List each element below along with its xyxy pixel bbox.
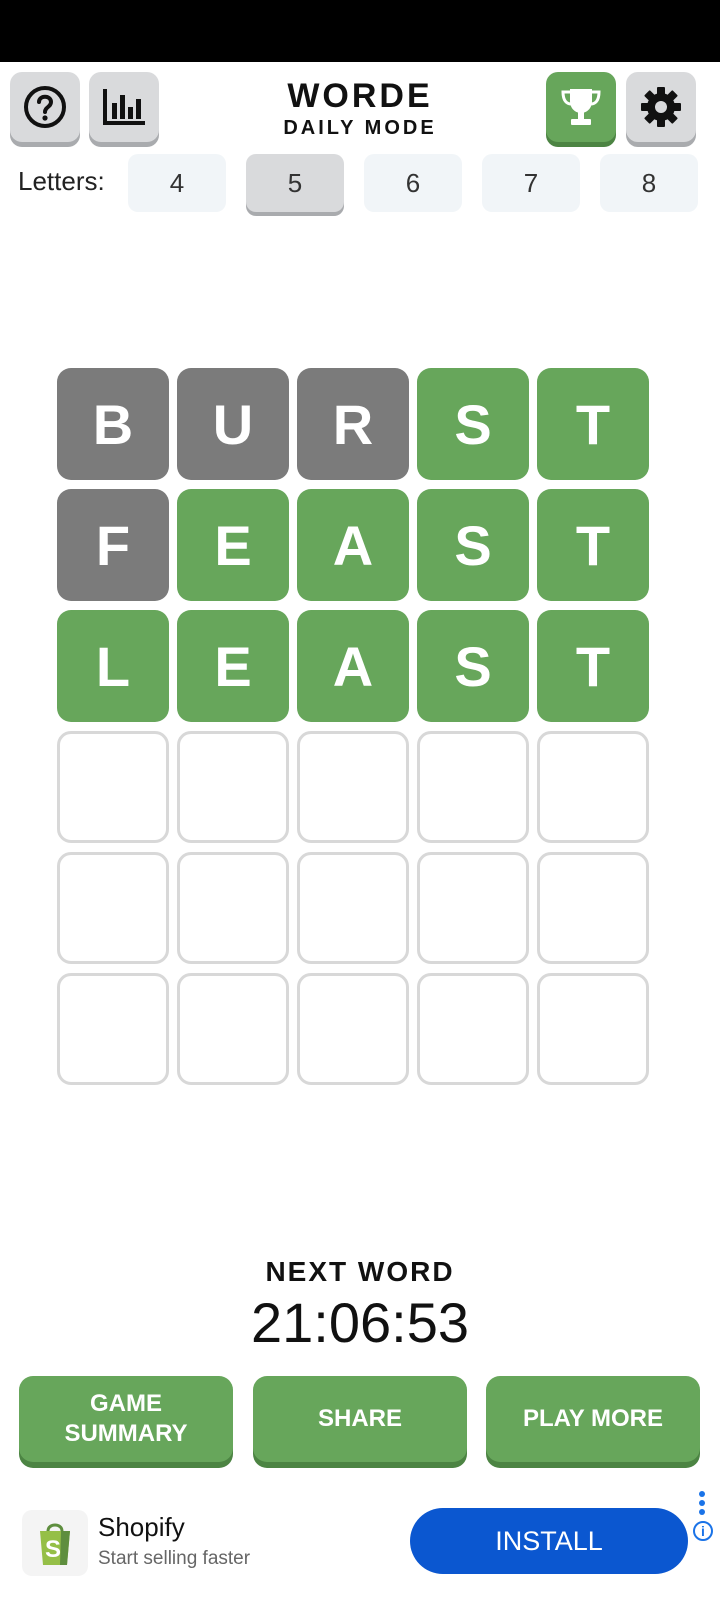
- help-icon: [24, 86, 66, 128]
- board-tile: E: [177, 489, 289, 601]
- trophy-icon: [561, 89, 601, 125]
- board-tile: [177, 852, 289, 964]
- mode-subtitle: DAILY MODE: [283, 117, 437, 139]
- letters-option-6[interactable]: 6: [364, 154, 462, 212]
- board-tile: A: [297, 489, 409, 601]
- board-tile: U: [177, 368, 289, 480]
- settings-button[interactable]: [626, 72, 696, 142]
- board-tile: R: [297, 368, 409, 480]
- board-tile: [57, 973, 169, 1085]
- board-tile: [57, 731, 169, 843]
- ad-options-icon[interactable]: [697, 1490, 707, 1516]
- board-tile: F: [57, 489, 169, 601]
- letters-option-8[interactable]: 8: [600, 154, 698, 212]
- letters-option-5[interactable]: 5: [246, 154, 344, 212]
- board-tile: [417, 973, 529, 1085]
- stats-button[interactable]: [89, 72, 159, 142]
- board-tile: [177, 973, 289, 1085]
- letters-option-7[interactable]: 7: [482, 154, 580, 212]
- help-button[interactable]: [10, 72, 80, 142]
- board-tile: [537, 731, 649, 843]
- bar-chart-icon: [103, 89, 145, 125]
- ad-tagline: Start selling faster: [98, 1548, 251, 1569]
- shopping-bag-icon: S: [40, 1523, 70, 1565]
- board-tile: T: [537, 489, 649, 601]
- board-tile: B: [57, 368, 169, 480]
- board-tile: [297, 852, 409, 964]
- game-summary-button[interactable]: GAME SUMMARY: [19, 1376, 233, 1462]
- board-tile: [297, 973, 409, 1085]
- share-button[interactable]: SHARE: [253, 1376, 467, 1462]
- status-bar: [0, 0, 720, 62]
- play-more-button[interactable]: PLAY MORE: [486, 1376, 700, 1462]
- board-tile: T: [537, 610, 649, 722]
- board-tile: S: [417, 368, 529, 480]
- app-title-block: WORDE DAILY MODE: [230, 76, 490, 140]
- next-word-timer: 21:06:53: [251, 1291, 469, 1354]
- board-tile: [417, 731, 529, 843]
- next-word-label: NEXT WORD: [265, 1256, 455, 1287]
- ad-info-icon[interactable]: i: [693, 1521, 713, 1541]
- board-tile: [537, 852, 649, 964]
- letters-label: Letters:: [18, 166, 105, 196]
- board-tile: T: [537, 368, 649, 480]
- gear-icon: [641, 87, 681, 127]
- svg-text:S: S: [45, 1536, 61, 1563]
- ad-install-button[interactable]: INSTALL: [410, 1508, 688, 1574]
- game-summary-label-line1: GAME: [89, 1390, 162, 1417]
- board-tile: [297, 731, 409, 843]
- board-tile: S: [417, 610, 529, 722]
- letters-option-4[interactable]: 4: [128, 154, 226, 212]
- game-summary-label-line2: SUMMARY: [64, 1420, 188, 1447]
- app-title: WORDE: [287, 77, 433, 115]
- board-tile: [177, 731, 289, 843]
- ad-advertiser[interactable]: Shopify: [98, 1512, 185, 1543]
- board-tile: [57, 852, 169, 964]
- board-tile: L: [57, 610, 169, 722]
- board-tile: S: [417, 489, 529, 601]
- shopify-logo[interactable]: S: [22, 1510, 88, 1576]
- board-tile: [537, 973, 649, 1085]
- board-tile: [417, 852, 529, 964]
- board-tile: A: [297, 610, 409, 722]
- board-tile: E: [177, 610, 289, 722]
- leaderboard-button[interactable]: [546, 72, 616, 142]
